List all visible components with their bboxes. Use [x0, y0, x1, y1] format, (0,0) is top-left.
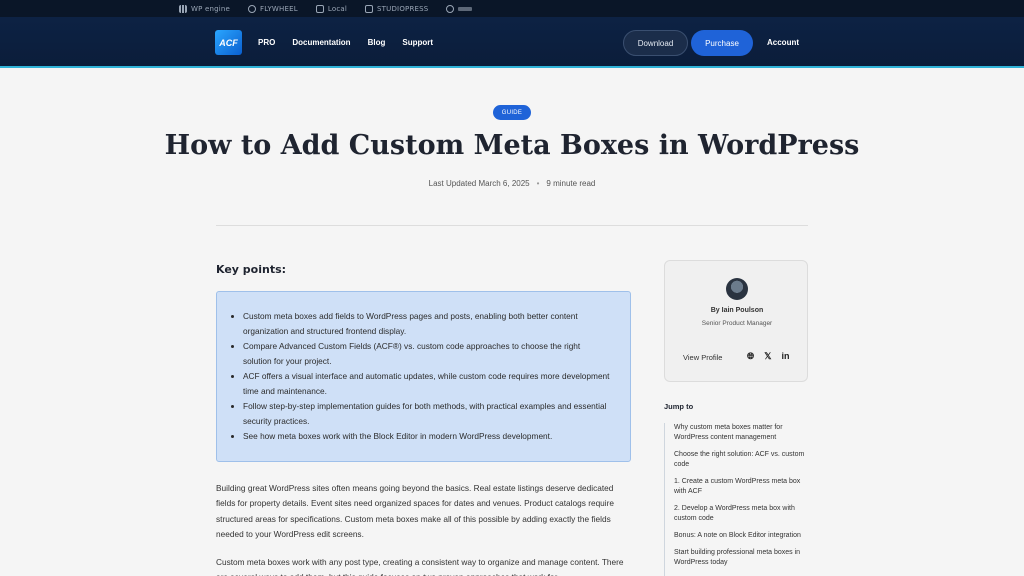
flywheel-icon — [248, 4, 257, 13]
brand-studiopress[interactable]: STUDIOPRESS — [365, 4, 428, 13]
brand-flywheel[interactable]: FLYWHEEL — [248, 4, 298, 13]
guide-badge: GUIDE — [493, 105, 531, 120]
download-button[interactable]: Download — [623, 30, 688, 56]
keypoint-item: Compare Advanced Custom Fields (ACF®) vs… — [243, 339, 610, 369]
toc-item[interactable]: Why custom meta boxes matter for WordPre… — [674, 423, 808, 443]
intro-paragraph: Building great WordPress sites often mea… — [216, 483, 615, 539]
meta-separator: • — [536, 179, 540, 188]
toc-item[interactable]: 2. Develop a WordPress meta box with cus… — [674, 504, 808, 524]
social-links: 🌐︎ 𝕏 in — [747, 351, 789, 362]
author-card: By Iain Poulson Senior Product Manager V… — [664, 260, 808, 382]
nav-support[interactable]: Support — [402, 38, 433, 47]
post-meta: Last Updated March 6, 2025 • 9 minute read — [0, 179, 1024, 188]
brand-logo-text — [458, 6, 473, 11]
nav-pro[interactable]: PRO — [258, 38, 275, 47]
jump-to-heading: Jump to — [664, 402, 694, 411]
author-role: Senior Product Manager — [701, 320, 773, 327]
keypoints-list: Custom meta boxes add fields to WordPres… — [243, 309, 610, 444]
toc-item[interactable]: Choose the right solution: ACF vs. custo… — [674, 450, 808, 470]
main-nav: PRO Documentation Blog Support — [258, 17, 433, 68]
keypoints-heading: Key points: — [216, 263, 287, 276]
toc-item[interactable]: Bonus: A note on Block Editor integratio… — [674, 531, 808, 541]
keypoint-item: ACF offers a visual interface and automa… — [243, 369, 610, 399]
brand-strip: WP engine FLYWHEEL Local STUDIOPRESS — [0, 0, 1024, 17]
local-icon — [315, 4, 324, 13]
brand-local[interactable]: Local — [315, 4, 347, 13]
wpengine-icon — [179, 4, 187, 13]
globe-icon[interactable]: 🌐︎ — [747, 351, 754, 362]
keypoints-box: Custom meta boxes add fields to WordPres… — [216, 291, 631, 462]
brand-wpengine[interactable]: WP engine — [179, 4, 230, 13]
site-header: ACF PRO Documentation Blog Support Downl… — [0, 17, 1024, 68]
keypoint-item: Custom meta boxes add fields to WordPres… — [243, 309, 610, 339]
keypoint-item: See how meta boxes work with the Block E… — [243, 429, 610, 444]
toc-item[interactable]: Start building professional meta boxes i… — [674, 548, 808, 568]
read-time: 9 minute read — [546, 179, 596, 188]
view-profile-link[interactable]: View Profile — [683, 353, 722, 362]
studiopress-icon — [365, 4, 374, 13]
second-paragraph: Custom meta boxes work with any post typ… — [216, 557, 624, 576]
brand-logo-icon — [446, 4, 455, 13]
author-name: By Iain Poulson — [710, 307, 764, 314]
acf-logo[interactable]: ACF — [215, 30, 242, 55]
brand-other[interactable] — [446, 4, 473, 13]
toc-item[interactable]: 1. Create a custom WordPress meta box wi… — [674, 477, 808, 497]
x-icon[interactable]: 𝕏 — [764, 351, 771, 362]
account-link[interactable]: Account — [767, 38, 799, 47]
nav-documentation[interactable]: Documentation — [292, 38, 350, 47]
nav-blog[interactable]: Blog — [368, 38, 386, 47]
table-of-contents: Why custom meta boxes matter for WordPre… — [664, 423, 808, 576]
linkedin-icon[interactable]: in — [781, 351, 789, 362]
last-updated: Last Updated March 6, 2025 — [428, 179, 530, 188]
keypoint-item: Follow step-by-step implementation guide… — [243, 399, 610, 429]
avatar — [726, 278, 748, 300]
page-title: How to Add Custom Meta Boxes in WordPres… — [164, 130, 860, 161]
purchase-button[interactable]: Purchase — [691, 30, 753, 56]
hero-divider — [216, 225, 808, 226]
